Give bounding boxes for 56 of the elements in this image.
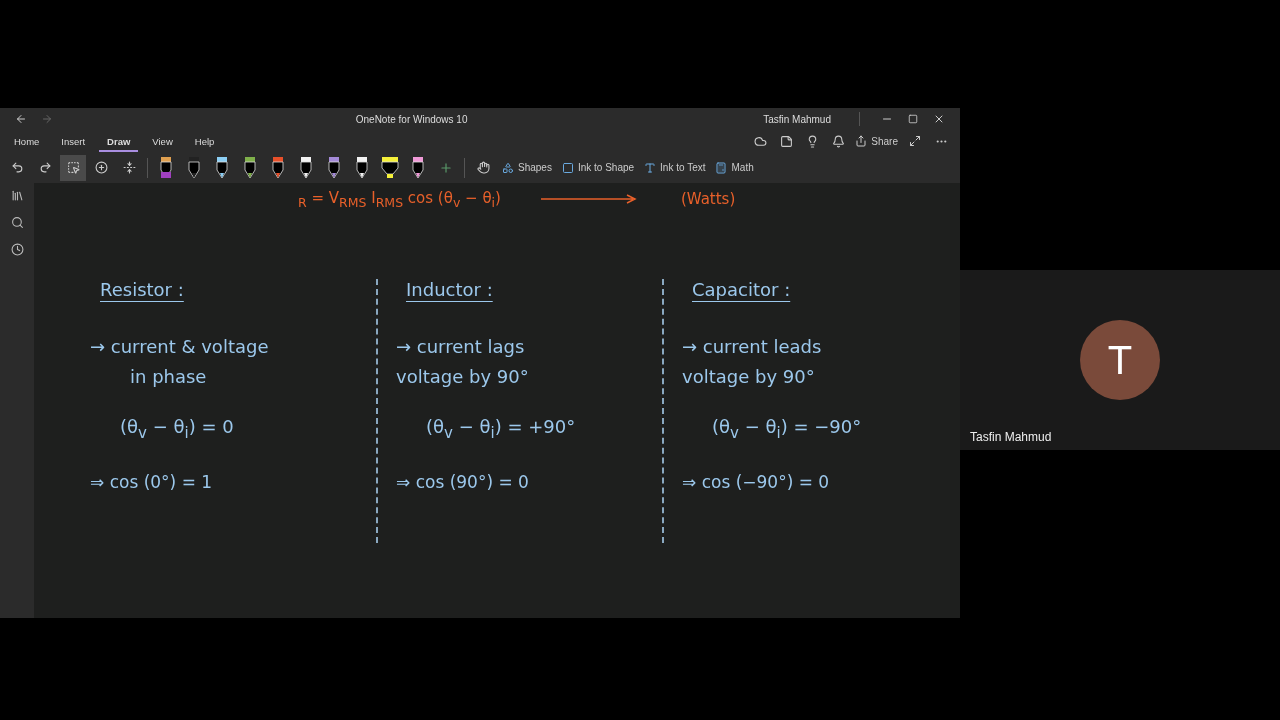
eraser-space-icon — [122, 161, 136, 174]
math-icon — [715, 161, 728, 174]
ink-text-button[interactable]: Ink to Text — [640, 154, 710, 181]
hand-icon — [476, 161, 490, 174]
search-icon[interactable] — [10, 216, 24, 229]
ribbon-tab[interactable]: Insert — [53, 130, 94, 152]
add-space-icon — [94, 161, 108, 174]
arrow-left-icon — [15, 113, 27, 125]
ink-shape-button[interactable]: Ink to Shape — [557, 154, 639, 181]
lasso-icon — [66, 161, 80, 174]
window-title: OneNote for Windows 10 — [354, 113, 469, 125]
lasso-button[interactable] — [60, 154, 86, 181]
ink-result: ⇒ cos (−90°) = 0 — [682, 471, 830, 492]
ink-shape-icon — [561, 161, 574, 174]
share-button[interactable]: Share — [851, 128, 902, 154]
ink-heading: Capacitor : — [692, 279, 791, 300]
ribbon-tab[interactable]: Home — [6, 130, 48, 152]
expand-icon — [909, 135, 921, 147]
ink-text: voltage by 90° — [682, 365, 815, 389]
close-icon — [933, 113, 945, 125]
shapes-button[interactable]: Shapes — [498, 154, 556, 181]
ink-text: voltage by 90° — [396, 365, 529, 389]
share-icon — [855, 135, 868, 147]
ink-result: ⇒ cos (90°) = 0 — [396, 471, 529, 492]
ink-heading: Inductor : — [406, 279, 493, 300]
ribbon-tab[interactable]: Draw — [99, 130, 139, 152]
ink-text: → current lags — [396, 335, 525, 359]
user-name: Tasfin Mahmud — [763, 113, 831, 125]
restore-icon — [908, 114, 918, 124]
sticky-note-icon — [779, 134, 793, 148]
bell-icon — [831, 134, 845, 148]
ink-text-icon — [644, 161, 657, 174]
participant-name: Tasfin Mahmud — [970, 430, 1052, 444]
ink-text: → current & voltage — [90, 335, 269, 359]
shapes-icon — [502, 161, 514, 174]
math-button[interactable]: Math — [711, 154, 758, 181]
ink-equation: (θ$_{v}$ − θ$_{i}$) = −90° — [712, 416, 862, 442]
ink-text: → current leads — [682, 335, 822, 359]
ink-equation: (θ$_{v}$ − θ$_{i}$) = +90° — [426, 416, 576, 442]
ink-equation: (θ$_{v}$ − θ$_{i}$) = 0 — [120, 416, 234, 442]
redo-icon — [38, 161, 52, 174]
highlighter-icon — [379, 155, 401, 180]
participant-avatar: T — [1080, 320, 1160, 400]
ribbon-tab[interactable]: Help — [186, 130, 223, 152]
ink-unit: (Watts) — [680, 190, 736, 208]
notebooks-icon[interactable] — [10, 189, 24, 202]
cloud-icon — [753, 134, 767, 148]
ink-formula: $_{R}$ = V$_{RMS}$ I$_{RMS}$ cos (θ$_{v}$ − θ$_{i}$) — [298, 188, 501, 210]
recent-icon[interactable] — [10, 243, 24, 256]
ribbon-tab[interactable]: View — [144, 130, 181, 152]
ink-result: ⇒ cos (0°) = 1 — [90, 471, 213, 492]
plus-icon — [439, 160, 453, 175]
ink-heading: Resistor : — [100, 279, 184, 300]
arrow-right-icon — [41, 113, 53, 125]
undo-icon — [10, 161, 24, 174]
ink-text: in phase — [130, 365, 207, 389]
